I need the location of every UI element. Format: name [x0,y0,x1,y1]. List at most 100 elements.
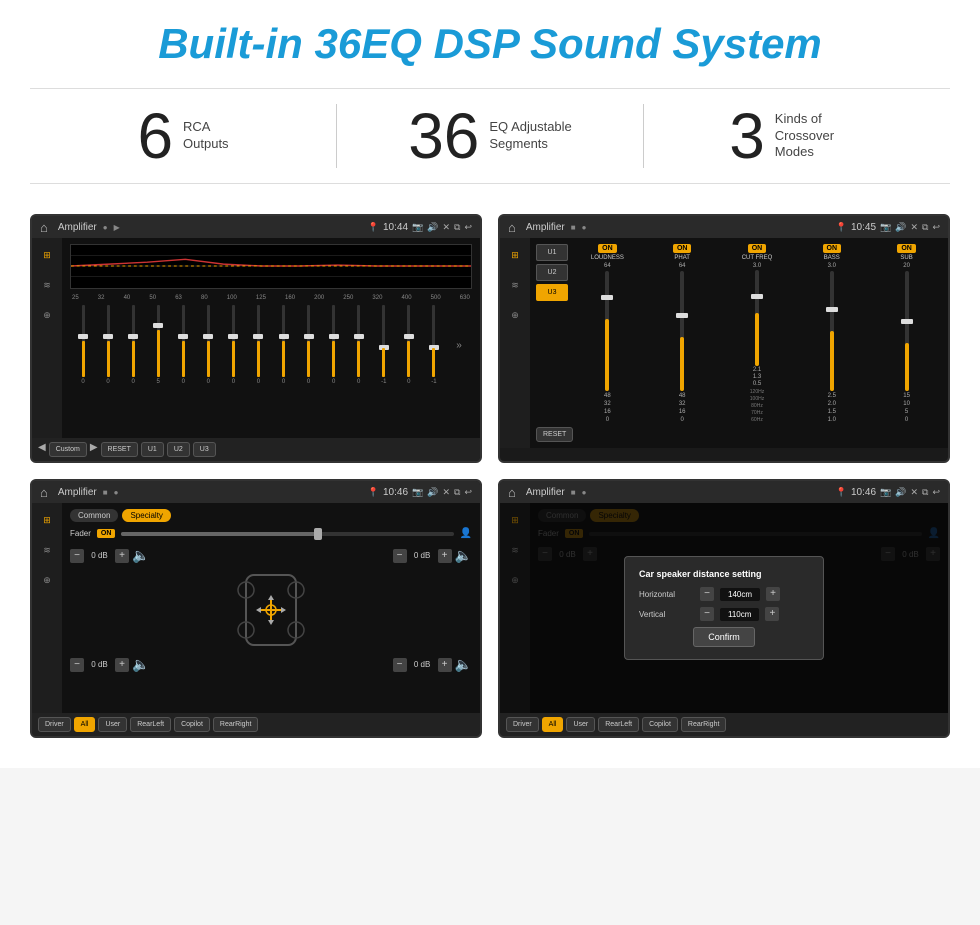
eq-slider-0[interactable]: 0 [72,305,94,385]
dist-copilot-btn[interactable]: Copilot [642,717,678,732]
plus-btn-tr[interactable]: + [438,549,452,563]
eq-u1-btn[interactable]: U1 [141,442,164,457]
eq-slider-8[interactable]: 0 [273,305,295,385]
fader-time: 10:46 [383,487,408,498]
close-icon-3[interactable]: ✕ [442,487,450,498]
dist-rearright-btn[interactable]: RearRight [681,717,727,732]
window-icon-2[interactable]: ⧉ [922,222,928,233]
sidebar-eq-icon-2[interactable]: ⊞ [506,246,524,264]
eq-u2-btn[interactable]: U2 [167,442,190,457]
loudness-on[interactable]: ON [598,244,617,253]
phat-on[interactable]: ON [673,244,692,253]
sidebar-speaker-icon-2[interactable]: ⊕ [506,306,524,324]
eq-slider-5[interactable]: 0 [197,305,219,385]
fader-slider[interactable] [121,532,453,536]
fader-user-btn[interactable]: User [98,717,127,732]
sub-on[interactable]: ON [897,244,916,253]
speaker-icon-tr: 🔈 [455,547,472,564]
back-icon-3[interactable]: ↩ [464,487,472,498]
channel-row-top: − 0 dB + 🔈 − 0 dB + 🔈 [70,547,472,564]
dialog-confirm-button[interactable]: Confirm [693,627,755,647]
eq-u3-btn[interactable]: U3 [193,442,216,457]
fader-copilot-btn[interactable]: Copilot [174,717,210,732]
sidebar-eq-icon[interactable]: ⊞ [38,246,56,264]
eq-more-icon[interactable]: » [448,305,470,385]
eq-slider-4[interactable]: 0 [172,305,194,385]
plus-btn-tl[interactable]: + [115,549,129,563]
home-icon-3[interactable]: ⌂ [40,485,48,500]
plus-btn-br[interactable]: + [438,658,452,672]
eq-prev-btn[interactable]: ◀ [38,442,46,457]
sidebar-speaker-icon[interactable]: ⊕ [38,306,56,324]
fader-rearleft-btn[interactable]: RearLeft [130,717,171,732]
dialog-horizontal-minus[interactable]: − [700,587,714,601]
preset-u1[interactable]: U1 [536,244,568,261]
eq-screen: ⌂ Amplifier ● ▶ 📍 10:44 📷 🔊 ✕ ⧉ ↩ [30,214,482,463]
fader-on-btn[interactable]: ON [97,529,116,538]
minus-btn-bl[interactable]: − [70,658,84,672]
pin-icon-3: 📍 [368,487,379,498]
window-icon[interactable]: ⧉ [454,222,460,233]
eq-slider-6[interactable]: 0 [222,305,244,385]
crossover-sidebar: ⊞ ≋ ⊕ [500,238,530,448]
back-icon-2[interactable]: ↩ [932,222,940,233]
sidebar-eq-icon-3[interactable]: ⊞ [38,511,56,529]
dist-driver-btn[interactable]: Driver [506,717,539,732]
minus-btn-tl[interactable]: − [70,549,84,563]
dialog-vertical-minus[interactable]: − [700,607,714,621]
eq-slider-7[interactable]: 0 [247,305,269,385]
close-icon-4[interactable]: ✕ [910,487,918,498]
fader-profile-icon[interactable]: 👤 [460,528,472,539]
eq-reset-btn[interactable]: RESET [101,442,138,457]
dist-user-btn[interactable]: User [566,717,595,732]
crossover-bar-right: 📍 10:45 📷 🔊 ✕ ⧉ ↩ [836,222,940,233]
cutfreq-on[interactable]: ON [748,244,767,253]
dist-rearleft-btn[interactable]: RearLeft [598,717,639,732]
eq-slider-1[interactable]: 0 [97,305,119,385]
home-icon[interactable]: ⌂ [40,220,48,235]
dialog-vertical-plus[interactable]: + [765,607,779,621]
back-icon[interactable]: ↩ [464,222,472,233]
window-icon-3[interactable]: ⧉ [454,487,460,498]
dialog-horizontal-plus[interactable]: + [766,587,780,601]
eq-slider-14[interactable]: -1 [423,305,445,385]
eq-next-btn[interactable]: ▶ [90,442,98,457]
eq-slider-12[interactable]: -1 [373,305,395,385]
close-icon-2[interactable]: ✕ [910,222,918,233]
sidebar-wave-icon-3[interactable]: ≋ [38,541,56,559]
sidebar-wave-icon[interactable]: ≋ [38,276,56,294]
tab-specialty[interactable]: Specialty [122,509,170,522]
eq-slider-11[interactable]: 0 [348,305,370,385]
distance-bar-right: 📍 10:46 📷 🔊 ✕ ⧉ ↩ [836,487,940,498]
home-icon-2[interactable]: ⌂ [508,220,516,235]
sidebar-speaker-icon-3[interactable]: ⊕ [38,571,56,589]
crossover-screen-bar: ⌂ Amplifier ■ ● 📍 10:45 📷 🔊 ✕ ⧉ ↩ [500,216,948,238]
fader-rearright-btn[interactable]: RearRight [213,717,259,732]
minus-btn-br[interactable]: − [393,658,407,672]
crossover-reset-btn[interactable]: RESET [536,427,573,442]
back-icon-4[interactable]: ↩ [932,487,940,498]
fader-driver-btn[interactable]: Driver [38,717,71,732]
sidebar-wave-icon-2[interactable]: ≋ [506,276,524,294]
home-icon-4[interactable]: ⌂ [508,485,516,500]
eq-slider-13[interactable]: 0 [398,305,420,385]
presets-col: U1 U2 U3 [536,244,568,423]
preset-u3[interactable]: U3 [536,284,568,301]
window-icon-4[interactable]: ⧉ [922,487,928,498]
distance-dialog: Car speaker distance setting Horizontal … [624,556,824,660]
fader-main: Common Specialty Fader ON 👤 [62,503,480,713]
eq-slider-10[interactable]: 0 [323,305,345,385]
eq-slider-2[interactable]: 0 [122,305,144,385]
plus-btn-bl[interactable]: + [115,658,129,672]
tab-common[interactable]: Common [70,509,118,522]
dist-all-btn[interactable]: All [542,717,564,732]
eq-slider-9[interactable]: 0 [298,305,320,385]
eq-slider-3[interactable]: 5 [147,305,169,385]
minus-btn-tr[interactable]: − [393,549,407,563]
close-icon[interactable]: ✕ [442,222,450,233]
preset-u2[interactable]: U2 [536,264,568,281]
fader-all-btn[interactable]: All [74,717,96,732]
eq-custom-btn[interactable]: Custom [49,442,87,457]
bass-on[interactable]: ON [823,244,842,253]
dialog-title: Car speaker distance setting [639,569,809,579]
